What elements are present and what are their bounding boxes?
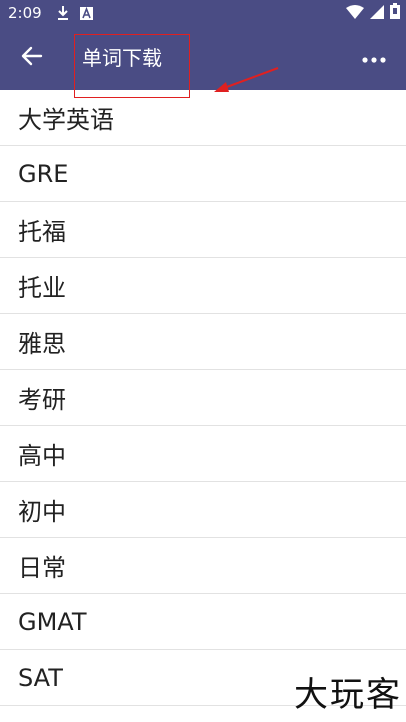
- status-bar: 2:09: [0, 0, 406, 26]
- arrow-left-icon: [21, 45, 43, 71]
- list-item-gre[interactable]: GRE: [0, 146, 406, 202]
- list-item-gmat[interactable]: GMAT: [0, 594, 406, 650]
- app-bar: 单词下载: [0, 26, 406, 90]
- list-item-postgraduate[interactable]: 考研: [0, 370, 406, 426]
- more-horizontal-icon: [361, 49, 387, 68]
- annotation-highlight-box: [74, 34, 190, 98]
- list-item-daily[interactable]: 日常: [0, 538, 406, 594]
- back-button[interactable]: [14, 40, 50, 76]
- signal-icon: [370, 4, 384, 23]
- a-icon: [79, 6, 93, 20]
- more-options-button[interactable]: [356, 40, 392, 76]
- wifi-icon: [346, 4, 364, 23]
- download-icon: [56, 5, 70, 21]
- battery-icon: [390, 3, 400, 23]
- list-item-toefl[interactable]: 托福: [0, 202, 406, 258]
- watermark: 大玩客: [294, 675, 402, 715]
- status-time: 2:09: [8, 4, 42, 22]
- list-item-toeic[interactable]: 托业: [0, 258, 406, 314]
- list-item-ielts[interactable]: 雅思: [0, 314, 406, 370]
- list-item-middle-school[interactable]: 初中: [0, 482, 406, 538]
- word-category-list: 大学英语 GRE 托福 托业 雅思 考研 高中 初中 日常 GMAT SAT: [0, 90, 406, 706]
- list-item-college-english[interactable]: 大学英语: [0, 90, 406, 146]
- list-item-high-school[interactable]: 高中: [0, 426, 406, 482]
